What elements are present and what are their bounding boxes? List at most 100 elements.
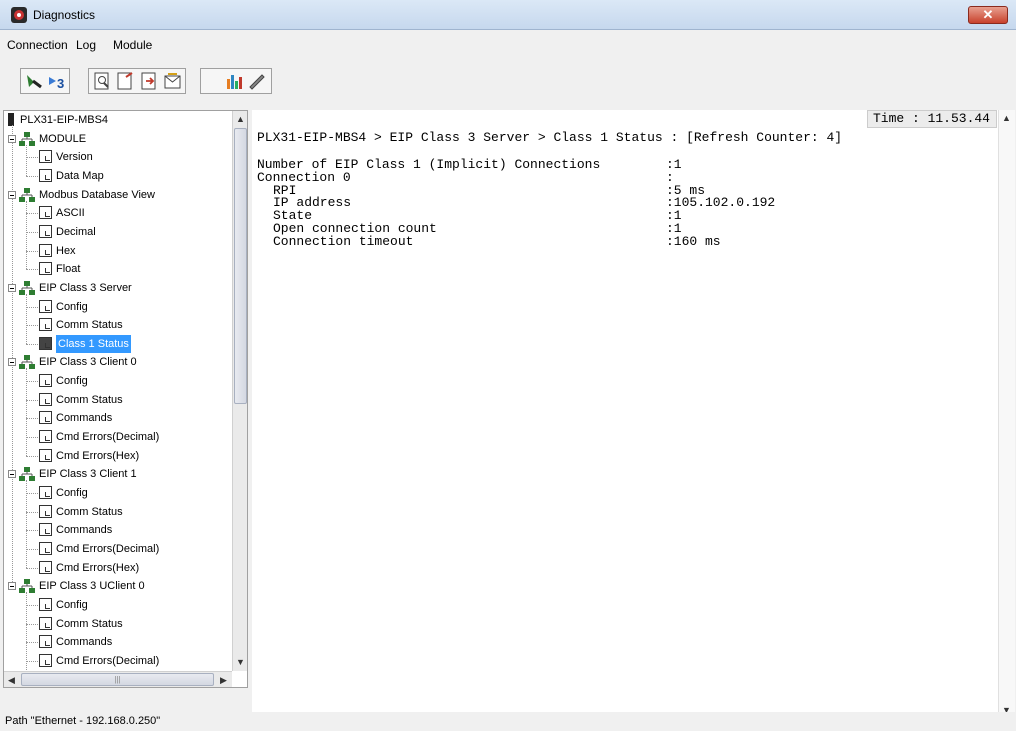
tree-item-label: Decimal — [56, 225, 96, 238]
window-title: Diagnostics — [33, 8, 96, 22]
page-icon — [39, 616, 52, 630]
tree-item-label: Cmd Errors(Hex) — [56, 449, 140, 462]
find-icon[interactable] — [93, 71, 113, 91]
tree-item-label: Config — [56, 598, 88, 611]
tree-guide-line — [26, 381, 38, 383]
page-icon — [39, 448, 52, 462]
tree-guide-line — [26, 567, 38, 569]
diagnostics-app-icon — [11, 7, 27, 23]
page-icon — [39, 318, 52, 332]
collapse-icon[interactable] — [8, 283, 16, 292]
tree-group-label: EIP Class 3 Client 1 — [39, 468, 137, 481]
tree-guide-line — [26, 604, 38, 606]
page-icon — [39, 411, 52, 425]
tree-guide-line — [26, 548, 38, 550]
tree-item-label: Float — [56, 263, 81, 276]
tree-guide-line — [26, 231, 38, 233]
tree-vertical-scrollbar[interactable]: ▲ ▼ — [232, 111, 247, 671]
time-display: Time : 11.53.44 — [872, 111, 990, 126]
connect-icon[interactable] — [24, 71, 44, 91]
device-icon — [8, 113, 14, 126]
page-icon — [39, 168, 52, 182]
collapse-icon[interactable] — [8, 190, 16, 199]
tree-item-label: Commands — [56, 636, 113, 649]
tree-guide-line — [26, 325, 38, 327]
tree-guide-line — [26, 175, 38, 177]
tool-icon[interactable] — [247, 71, 267, 91]
content-scroll-up-icon[interactable]: ▲ — [999, 110, 1014, 126]
page-icon — [39, 243, 52, 257]
page-icon — [39, 336, 52, 350]
menu-log[interactable]: Log — [76, 38, 96, 52]
tree-pane: PLX31-EIP-MBS4 MODULE Version Data Map Modbu… — [3, 110, 248, 688]
content-vertical-scrollbar[interactable]: ▲ ▼ — [998, 110, 1015, 720]
tree-group-label: MODULE — [39, 132, 87, 145]
tree-root-label: PLX31-EIP-MBS4 — [20, 114, 109, 126]
print-icon[interactable] — [163, 71, 183, 91]
tree-guide-line — [26, 200, 27, 270]
tree-guide-line — [26, 343, 38, 345]
menu-module[interactable]: Module — [113, 38, 152, 52]
tree-guide-line — [26, 437, 38, 439]
menu-connection[interactable]: Connection — [7, 38, 68, 52]
scroll-up-icon[interactable]: ▲ — [233, 111, 247, 127]
collapse-icon[interactable] — [8, 582, 16, 591]
network-icon — [19, 355, 35, 370]
tree-scroll-thumb[interactable] — [234, 128, 247, 404]
page-icon — [39, 597, 52, 611]
status-line-value: :160 ms — [666, 233, 721, 249]
title-bar: Diagnostics ✕ — [0, 0, 1016, 30]
page-icon — [39, 374, 52, 388]
tree-item-label: Commands — [56, 524, 113, 537]
tree-item-label: Cmd Errors(Decimal) — [56, 654, 160, 667]
tree-item-label: Commands — [56, 412, 113, 425]
tree-item-label: Config — [56, 375, 88, 388]
toolbar: 3 — [0, 58, 1016, 106]
tree-hscroll-thumb[interactable]: ||| — [21, 673, 214, 686]
page-icon — [39, 392, 52, 406]
collapse-icon[interactable] — [8, 134, 16, 143]
scroll-down-icon[interactable]: ▼ — [233, 654, 247, 670]
tree-item-label: Data Map — [56, 169, 104, 182]
network-icon — [19, 467, 35, 482]
tree-item-label: Comm Status — [56, 505, 123, 518]
page-icon — [39, 523, 52, 537]
toolbar-group-log — [88, 68, 186, 94]
tree-guide-line — [26, 511, 38, 513]
tree-guide-line — [26, 306, 38, 308]
tree-item-label: Cmd Errors(Decimal) — [56, 542, 160, 555]
tree-group-label: EIP Class 3 Server — [39, 281, 132, 294]
save-log-icon[interactable] — [140, 71, 160, 91]
tree-guide-line — [26, 293, 27, 344]
page-icon — [39, 430, 52, 444]
page-icon — [39, 635, 52, 649]
collapse-icon[interactable] — [8, 470, 16, 479]
scroll-left-icon[interactable]: ◀ — [4, 672, 19, 687]
tree-item-label: Class 1 Status — [56, 334, 131, 353]
tree-item-label: Comm Status — [56, 393, 123, 406]
disconnect-icon[interactable]: 3 — [47, 71, 67, 91]
tree-item-label: Comm Status — [56, 319, 123, 332]
tree-item-label: Config — [56, 300, 88, 313]
bar-chart-icon[interactable] — [224, 71, 244, 91]
tree-horizontal-scrollbar[interactable]: ◀ ||| ▶ — [4, 671, 232, 687]
status-header: PLX31-EIP-MBS4 > EIP Class 3 Server > Cl… — [257, 130, 843, 145]
network-icon — [19, 131, 35, 146]
tree-item-label: Cmd Errors(Decimal) — [56, 431, 160, 444]
tree-item-label: Version — [56, 151, 93, 164]
tree-guide-line — [26, 250, 38, 252]
network-icon — [19, 280, 35, 295]
tree-item-label: Cmd Errors(Hex) — [56, 561, 140, 574]
scroll-right-icon[interactable]: ▶ — [216, 672, 231, 687]
close-button[interactable]: ✕ — [968, 6, 1008, 24]
open-log-icon[interactable] — [116, 71, 136, 91]
page-icon — [39, 262, 52, 276]
tree-guide-line — [26, 157, 38, 159]
network-icon — [19, 187, 35, 202]
toolbar-group-tools — [200, 68, 272, 94]
tree-group-label: EIP Class 3 Client 0 — [39, 356, 137, 369]
collapse-icon[interactable] — [8, 358, 16, 367]
tree-group-label: EIP Class 3 UClient 0 — [39, 580, 145, 593]
tree-guide-line — [26, 660, 38, 662]
tree-guide-line — [26, 455, 38, 457]
